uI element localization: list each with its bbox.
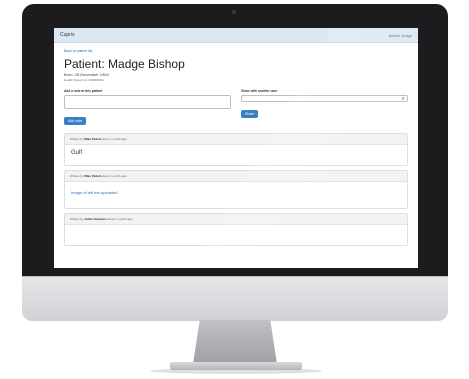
note-item: Written by Mike Pellett about 1 month ag… [64, 170, 408, 209]
note-author: Julian Harmans [84, 217, 107, 221]
note-textarea[interactable] [64, 95, 231, 109]
note-header: Written by Julian Harmans about 1 month … [65, 214, 407, 225]
page-title: Patient: Madge Bishop [64, 57, 185, 71]
note-time: about 1 month ago [107, 217, 133, 221]
patient-dob: Born: 28 December 1964 [64, 72, 109, 77]
note-time: about 1 month ago [101, 137, 127, 141]
share-form: Share with another user ⇵ Share [241, 89, 408, 127]
note-author-prefix: Written by [70, 217, 84, 221]
note-item: Written by Julian Harmans about 1 month … [64, 213, 408, 246]
top-navbar: Cupris Admin Judge [54, 28, 418, 43]
back-to-list-link[interactable]: Back to patient list [64, 49, 408, 53]
note-item: Written by Mike Pellett about 1 month ag… [64, 133, 408, 166]
chevron-down-icon: ⇵ [401, 96, 405, 101]
share-button[interactable]: Share [241, 110, 259, 118]
screen: Cupris Admin Judge Back to patient list … [54, 28, 418, 268]
share-label: Share with another user [241, 89, 278, 93]
note-attachment-link[interactable]: Image of left ear uploaded [65, 182, 407, 208]
note-body: Gulf [71, 150, 83, 156]
monitor-chin [22, 276, 448, 321]
note-label: Add a note to this patient [64, 89, 103, 93]
monitor-stand-neck [193, 320, 277, 364]
add-note-form: Add a note to this patient Add note [64, 89, 231, 127]
note-header: Written by Mike Pellett about 1 month ag… [65, 171, 407, 182]
add-note-button[interactable]: Add note [64, 117, 87, 125]
note-author-prefix: Written by [70, 174, 84, 178]
note-author: Mike Pellett [84, 174, 101, 178]
patient-health-id: Health System Id: 338490394 [64, 78, 104, 82]
user-menu[interactable]: Admin Judge [389, 33, 412, 38]
notes-list: Written by Mike Pellett about 1 month ag… [64, 133, 408, 246]
brand-logo[interactable]: Cupris [60, 32, 74, 38]
note-author: Mike Pellett [84, 137, 101, 141]
note-time: about 1 month ago [101, 174, 127, 178]
main-content: Back to patient list Patient: Madge Bish… [54, 43, 418, 254]
note-header: Written by Mike Pellett about 1 month ag… [65, 134, 407, 145]
share-user-select[interactable]: ⇵ [241, 95, 408, 102]
camera-icon [232, 10, 236, 14]
forms-row: Add a note to this patient Add note Shar… [64, 89, 408, 127]
note-author-prefix: Written by [70, 137, 84, 141]
note-body [65, 225, 407, 245]
monitor-stand-foot [170, 362, 302, 370]
